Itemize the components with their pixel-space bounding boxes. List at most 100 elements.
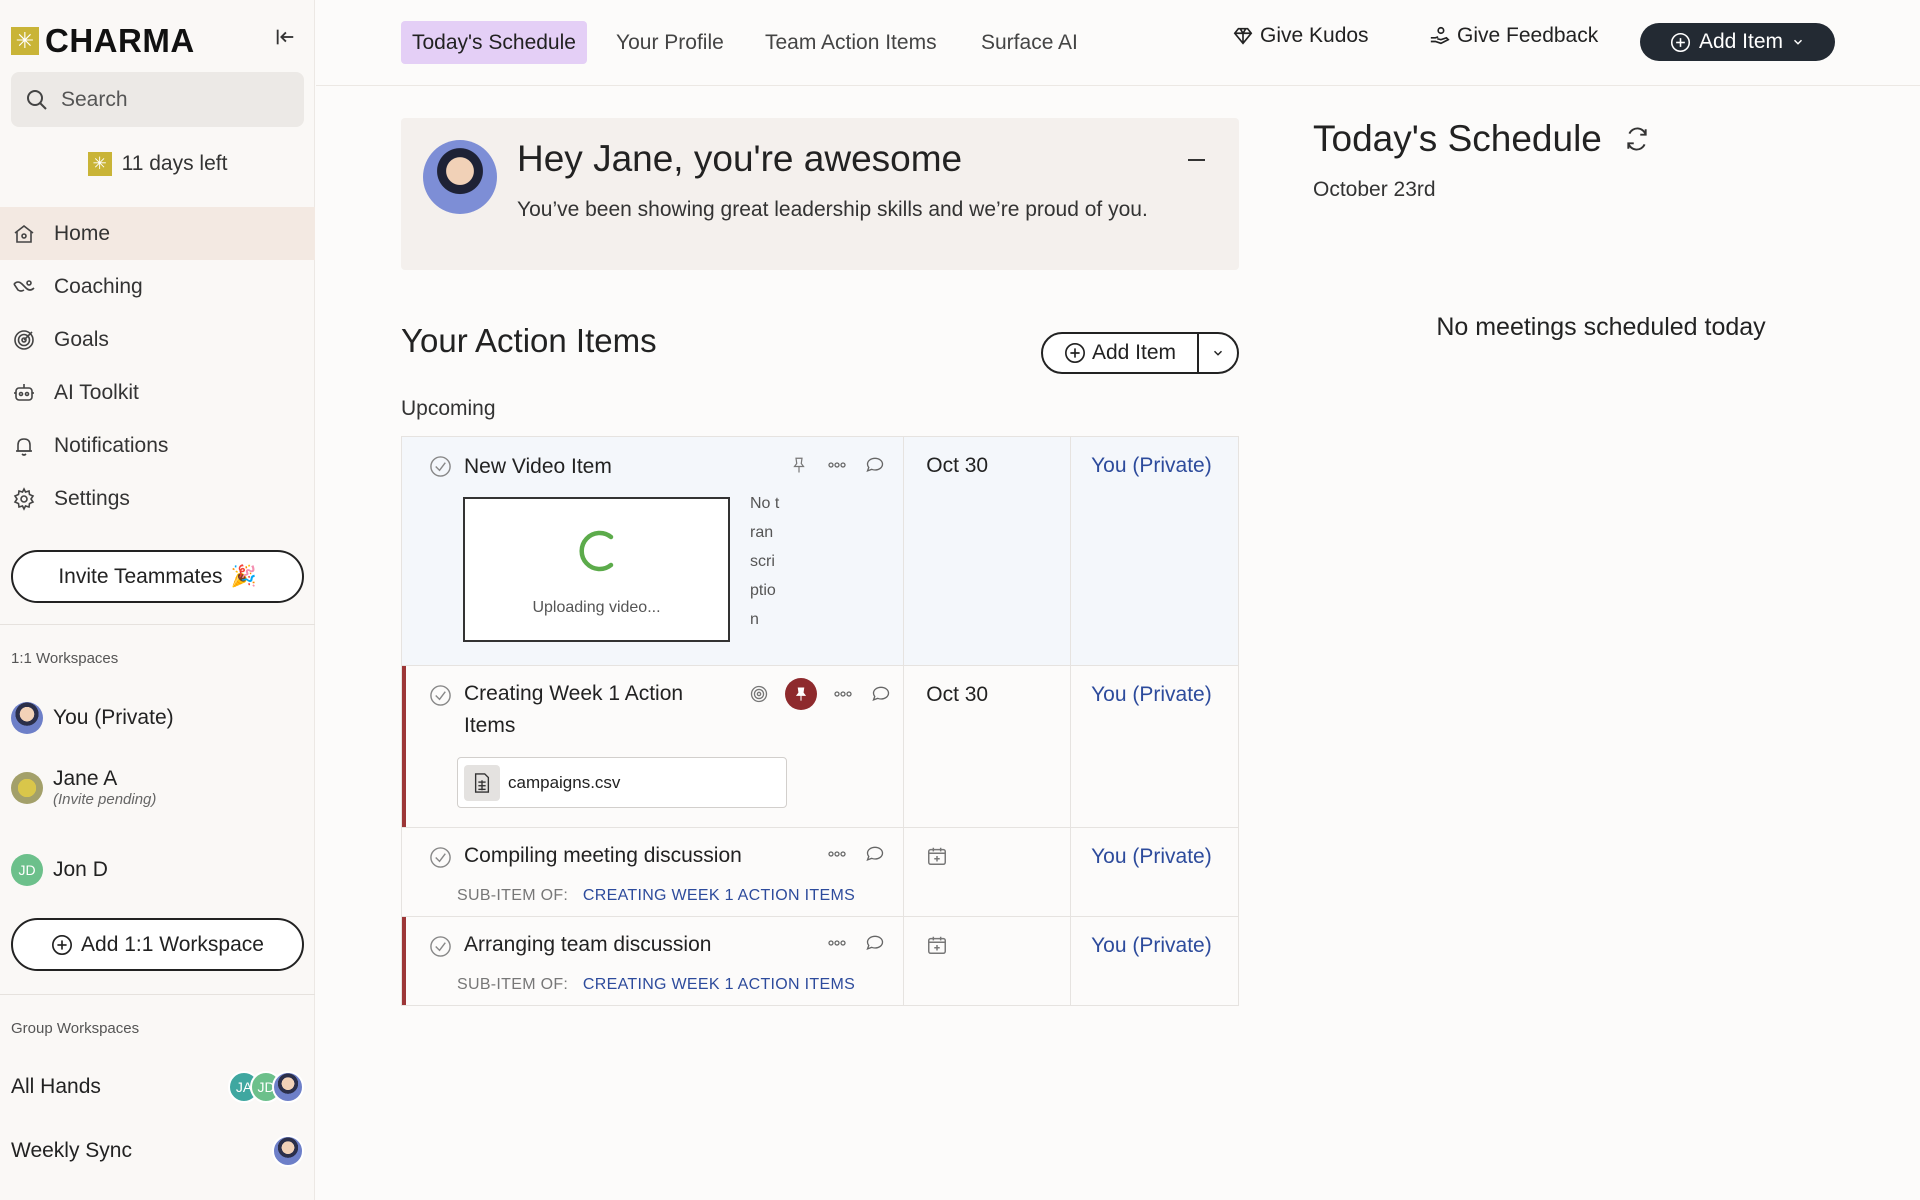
workspace-you-private[interactable]: You (Private) [11, 702, 304, 734]
comment-button[interactable] [863, 842, 887, 866]
sidebar-item-goals[interactable]: Goals [0, 313, 315, 366]
add-action-item-button[interactable]: Add Item [1043, 334, 1197, 372]
tab-surface-ai[interactable]: Surface AI [970, 21, 1089, 64]
add-action-item-label: Add Item [1091, 341, 1177, 364]
add-item-dropdown-button[interactable]: Add Item [1640, 23, 1835, 61]
comment-icon [872, 686, 890, 701]
table-row[interactable]: New Video Item Uploading video... No tra… [400, 436, 1239, 666]
more-options-button[interactable] [825, 931, 849, 955]
bell-icon [16, 437, 32, 456]
check-circle-icon[interactable] [429, 455, 452, 478]
check-circle-icon[interactable] [429, 684, 452, 707]
give-kudos-label: Give Kudos [1260, 24, 1369, 47]
sidebar-item-notifications[interactable]: Notifications [0, 419, 315, 472]
target-icon [14, 329, 34, 350]
table-row[interactable]: Arranging team discussion SUB-ITEM OF: C… [400, 916, 1239, 1006]
invite-label: Invite Teammates [58, 564, 223, 588]
sidebar-item-label: Notifications [54, 433, 169, 457]
sparkle-icon: ✳ [87, 152, 112, 176]
refresh-icon[interactable] [1624, 126, 1650, 152]
top-bar: Today's Schedule Your Profile Team Actio… [316, 0, 1920, 86]
owner-link[interactable]: You (Private) [1070, 665, 1239, 828]
add-workspace-button[interactable]: Add 1:1 Workspace [11, 918, 304, 971]
add-action-item-split-button: Add Item [1041, 332, 1239, 374]
owner-link[interactable]: You (Private) [1070, 436, 1239, 666]
invite-teammates-button[interactable]: Invite Teammates 🎉 [11, 550, 304, 603]
table-row[interactable]: Creating Week 1 Action Items campaigns.c… [400, 665, 1239, 828]
more-options-button[interactable] [831, 682, 855, 706]
target-icon [750, 685, 768, 703]
avatar [11, 702, 43, 734]
item-title[interactable]: Compiling meeting discussion [464, 840, 742, 872]
group-all-hands[interactable]: All Hands JA JD [11, 1071, 304, 1103]
pinned-button[interactable] [785, 678, 817, 710]
item-cell: Compiling meeting discussion SUB-ITEM OF… [400, 827, 905, 917]
check-circle-icon[interactable] [429, 935, 452, 958]
search-bar[interactable] [11, 72, 304, 127]
upcoming-section-label: Upcoming [401, 397, 496, 420]
owner-link[interactable]: You (Private) [1070, 916, 1239, 1006]
robot-icon [14, 383, 34, 401]
more-options-button[interactable] [825, 842, 849, 866]
greeting-subtitle: You’ve been showing great leadership ski… [517, 198, 1148, 221]
comment-button[interactable] [863, 453, 887, 477]
parent-item-link[interactable]: CREATING WEEK 1 ACTION ITEMS [583, 887, 855, 904]
sidebar-item-label: Home [54, 221, 111, 245]
give-kudos-button[interactable]: Give Kudos [1232, 24, 1369, 48]
due-date-cell[interactable] [903, 916, 1072, 1006]
due-date[interactable]: Oct 30 [903, 665, 1072, 828]
sidebar-item-coaching[interactable]: Coaching [0, 260, 315, 313]
coaching-icon [13, 279, 35, 292]
collapse-sidebar-button[interactable] [272, 24, 298, 50]
more-icon [828, 940, 846, 946]
more-options-button[interactable] [825, 453, 849, 477]
sidebar-item-home[interactable]: Home [0, 207, 315, 260]
group-section-label: Group Workspaces [11, 1020, 140, 1037]
avatar [272, 1071, 304, 1103]
more-icon [828, 462, 846, 468]
group-weekly-sync[interactable]: Weekly Sync [11, 1135, 304, 1167]
sidebar: ✳ CHARMA ✳ 11 days left Home Coaching Go… [0, 0, 315, 1200]
add-action-item-dropdown[interactable] [1197, 334, 1237, 372]
tab-your-profile[interactable]: Your Profile [605, 21, 735, 64]
item-title[interactable]: Creating Week 1 Action Items [464, 678, 714, 742]
pin-button[interactable] [787, 453, 811, 477]
check-circle-icon[interactable] [429, 846, 452, 869]
workspace-name: Jane A [53, 767, 118, 790]
tab-todays-schedule[interactable]: Today's Schedule [401, 21, 587, 64]
sub-item-label: SUB-ITEM OF: [457, 976, 569, 993]
collapse-left-icon [276, 29, 294, 45]
item-title[interactable]: Arranging team discussion [464, 929, 711, 961]
video-upload-preview[interactable]: Uploading video... [463, 497, 730, 642]
item-cell: Arranging team discussion SUB-ITEM OF: C… [400, 916, 905, 1006]
table-row[interactable]: Compiling meeting discussion SUB-ITEM OF… [400, 827, 1239, 917]
parent-item-link[interactable]: CREATING WEEK 1 ACTION ITEMS [583, 976, 855, 993]
attachment-filename: campaigns.csv [508, 772, 621, 792]
calendar-add-icon[interactable] [926, 845, 948, 867]
workspace-jane-a[interactable]: Jane A (Invite pending) [11, 767, 304, 808]
calendar-add-icon[interactable] [926, 934, 948, 956]
trial-indicator[interactable]: ✳ 11 days left [0, 152, 315, 176]
charma-logo[interactable]: ✳ CHARMA [11, 22, 195, 60]
schedule-header: Today's Schedule [1313, 118, 1650, 160]
one-on-one-section-label: 1:1 Workspaces [11, 650, 119, 667]
minimize-greeting-button[interactable] [1181, 148, 1211, 172]
owner-link[interactable]: You (Private) [1070, 827, 1239, 917]
comment-button[interactable] [869, 682, 893, 706]
tab-team-action-items[interactable]: Team Action Items [754, 21, 948, 64]
gear-icon [13, 486, 35, 511]
workspace-jon-d[interactable]: JD Jon D [11, 854, 304, 886]
sidebar-item-settings[interactable]: Settings [0, 472, 315, 525]
sidebar-nav: Home Coaching Goals AI Toolkit Notificat… [0, 207, 315, 525]
item-title[interactable]: New Video Item [464, 451, 612, 483]
comment-button[interactable] [863, 931, 887, 955]
no-meetings-message: No meetings scheduled today [1436, 313, 1766, 341]
give-feedback-button[interactable]: Give Feedback [1429, 24, 1598, 48]
due-date-cell[interactable] [903, 827, 1072, 917]
goal-button[interactable] [747, 682, 771, 706]
search-input[interactable] [61, 87, 281, 112]
sidebar-item-ai-toolkit[interactable]: AI Toolkit [0, 366, 315, 419]
attachment-chip[interactable]: campaigns.csv [457, 757, 787, 808]
spreadsheet-file-icon [464, 764, 500, 801]
due-date[interactable]: Oct 30 [903, 436, 1072, 666]
